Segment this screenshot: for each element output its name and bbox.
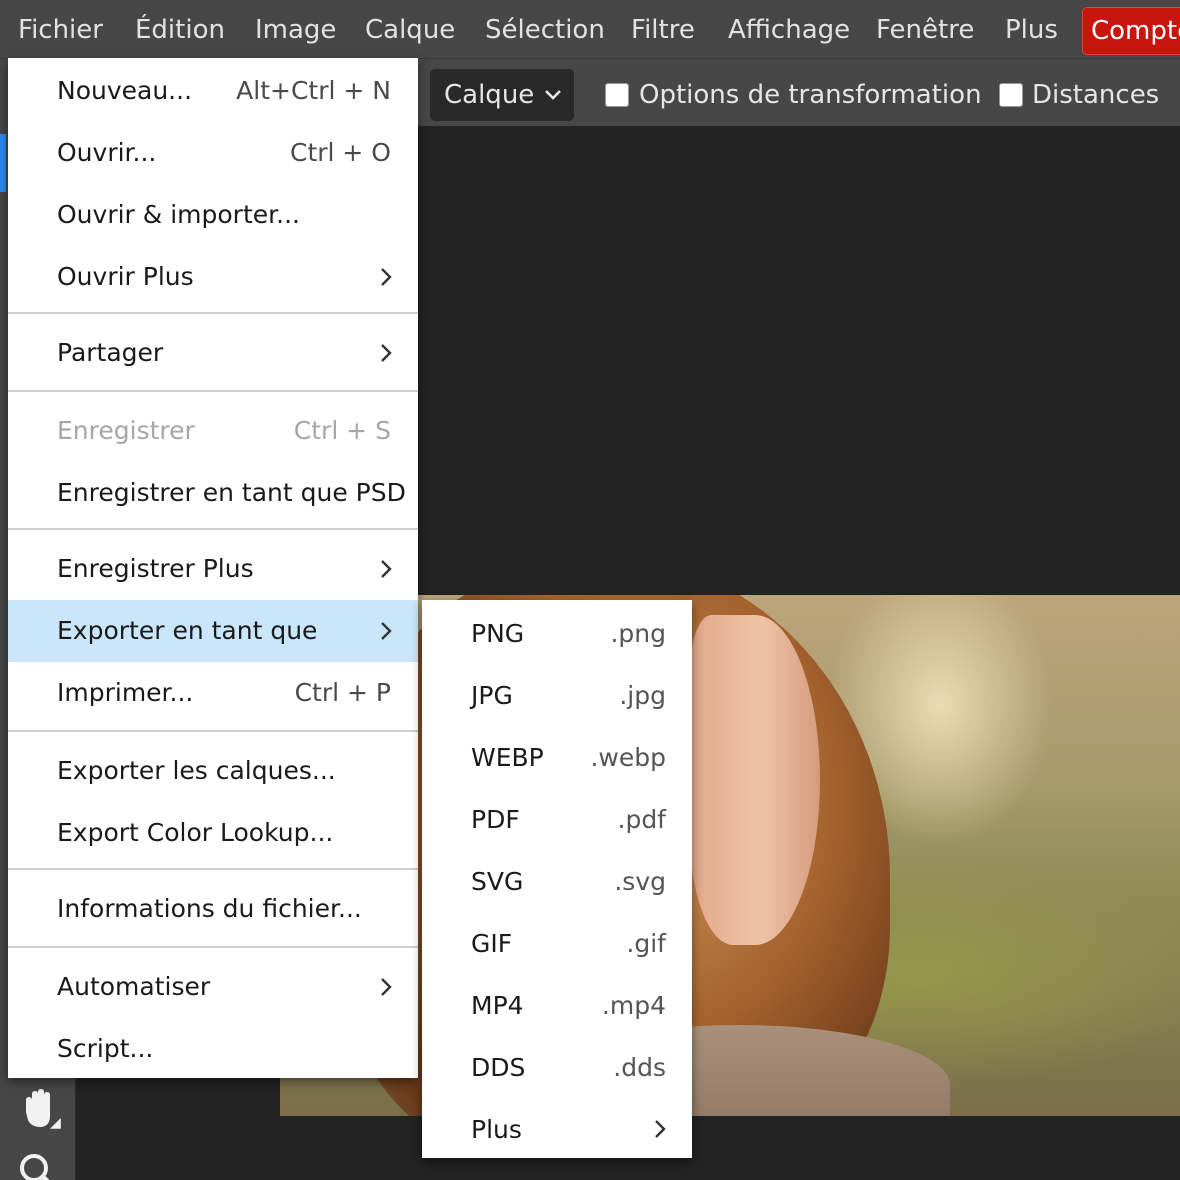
menu-item-label: Automatiser bbox=[57, 972, 211, 1001]
menu-separator bbox=[8, 868, 418, 870]
export-format-ext: .mp4 bbox=[601, 991, 666, 1020]
transform-options-checkbox[interactable] bbox=[605, 83, 629, 107]
chevron-right-icon bbox=[381, 978, 392, 996]
menu-item-automatiser[interactable]: Automatiser bbox=[8, 956, 418, 1018]
menu-item-label: Enregistrer bbox=[57, 416, 195, 445]
chevron-right-icon bbox=[655, 1120, 666, 1138]
menu-item-label: Ouvrir Plus bbox=[57, 262, 194, 291]
export-png[interactable]: PNG .png bbox=[422, 602, 692, 664]
menu-item-label: Exporter les calques... bbox=[57, 756, 336, 785]
export-jpg[interactable]: JPG .jpg bbox=[422, 664, 692, 726]
export-format-ext: .webp bbox=[590, 743, 666, 772]
menu-separator bbox=[8, 730, 418, 732]
menu-item-label: Ouvrir & importer... bbox=[57, 200, 300, 229]
export-gif[interactable]: GIF .gif bbox=[422, 912, 692, 974]
magnifier-icon[interactable] bbox=[16, 1150, 60, 1180]
menu-item-enregistrer: Enregistrer Ctrl + S bbox=[8, 400, 418, 462]
export-format-name: Plus bbox=[471, 1115, 522, 1144]
menu-item-ouvrir-importer[interactable]: Ouvrir & importer... bbox=[8, 184, 418, 246]
menu-fichier[interactable]: Fichier bbox=[18, 0, 103, 58]
menu-item-shortcut: Ctrl + P bbox=[294, 678, 391, 707]
export-format-name: JPG bbox=[471, 681, 513, 710]
chevron-down-icon bbox=[545, 90, 561, 100]
export-svg[interactable]: SVG .svg bbox=[422, 850, 692, 912]
menu-item-ouvrir-plus[interactable]: Ouvrir Plus bbox=[8, 246, 418, 308]
export-dds[interactable]: DDS .dds bbox=[422, 1036, 692, 1098]
chevron-right-icon bbox=[381, 268, 392, 286]
menu-separator bbox=[8, 312, 418, 314]
transform-options-label: Options de transformation bbox=[639, 80, 982, 110]
export-format-name: SVG bbox=[471, 867, 524, 896]
layer-select-value: Calque bbox=[444, 80, 535, 110]
menu-item-shortcut: Ctrl + S bbox=[293, 416, 391, 445]
export-format-ext: .jpg bbox=[619, 681, 666, 710]
active-tool-indicator bbox=[0, 134, 6, 192]
menu-item-label: Ouvrir... bbox=[57, 138, 157, 167]
export-format-ext: .gif bbox=[626, 929, 666, 958]
menu-item-export-color-lookup[interactable]: Export Color Lookup... bbox=[8, 802, 418, 864]
account-button[interactable]: Compte bbox=[1082, 7, 1180, 55]
menu-item-ouvrir[interactable]: Ouvrir... Ctrl + O bbox=[8, 122, 418, 184]
menu-item-label: Enregistrer Plus bbox=[57, 554, 254, 583]
menu-fenetre[interactable]: Fenêtre bbox=[876, 0, 974, 58]
menu-item-exporter-calques[interactable]: Exporter les calques... bbox=[8, 740, 418, 802]
menu-filtre[interactable]: Filtre bbox=[631, 0, 695, 58]
menu-edition[interactable]: Édition bbox=[135, 0, 225, 58]
menu-item-label: Partager bbox=[57, 338, 164, 367]
menu-item-nouveau[interactable]: Nouveau... Alt+Ctrl + N bbox=[8, 60, 418, 122]
menubar: Fichier Édition Image Calque Sélection F… bbox=[0, 0, 1180, 58]
export-format-name: MP4 bbox=[471, 991, 524, 1020]
export-format-name: DDS bbox=[471, 1053, 526, 1082]
export-format-name: WEBP bbox=[471, 743, 544, 772]
menu-item-label: Export Color Lookup... bbox=[57, 818, 334, 847]
menu-item-label: Informations du fichier... bbox=[57, 894, 362, 923]
export-mp4[interactable]: MP4 .mp4 bbox=[422, 974, 692, 1036]
layer-select-dropdown[interactable]: Calque bbox=[430, 69, 574, 121]
menu-selection[interactable]: Sélection bbox=[485, 0, 605, 58]
export-pdf[interactable]: PDF .pdf bbox=[422, 788, 692, 850]
menu-item-script[interactable]: Script... bbox=[8, 1018, 418, 1080]
export-format-ext: .dds bbox=[613, 1053, 666, 1082]
menu-item-label: Nouveau... bbox=[57, 76, 193, 105]
export-webp[interactable]: WEBP .webp bbox=[422, 726, 692, 788]
photopea-app: Fichier Édition Image Calque Sélection F… bbox=[0, 0, 1180, 1180]
menu-item-imprimer[interactable]: Imprimer... Ctrl + P bbox=[8, 662, 418, 724]
export-submenu: PNG .png JPG .jpg WEBP .webp PDF .pdf SV… bbox=[422, 600, 692, 1158]
menu-item-label: Imprimer... bbox=[57, 678, 194, 707]
hand-icon[interactable] bbox=[16, 1086, 68, 1138]
menu-image[interactable]: Image bbox=[255, 0, 336, 58]
menu-item-label: Exporter en tant que bbox=[57, 616, 318, 645]
menu-item-shortcut: Alt+Ctrl + N bbox=[236, 76, 391, 105]
export-format-ext: .svg bbox=[614, 867, 666, 896]
menu-item-shortcut: Ctrl + O bbox=[289, 138, 391, 167]
menu-affichage[interactable]: Affichage bbox=[728, 0, 850, 58]
photo-face bbox=[690, 615, 820, 945]
menu-calque[interactable]: Calque bbox=[365, 0, 455, 58]
menu-item-partager[interactable]: Partager bbox=[8, 322, 418, 384]
export-format-ext: .pdf bbox=[617, 805, 667, 834]
menu-item-exporter-en-tant-que[interactable]: Exporter en tant que bbox=[8, 600, 418, 662]
menu-plus[interactable]: Plus bbox=[1005, 0, 1058, 58]
export-format-name: PDF bbox=[471, 805, 520, 834]
file-menu: Nouveau... Alt+Ctrl + N Ouvrir... Ctrl +… bbox=[8, 58, 418, 1078]
menu-separator bbox=[8, 528, 418, 530]
chevron-right-icon bbox=[381, 560, 392, 578]
chevron-right-icon bbox=[381, 344, 392, 362]
menu-item-label: Enregistrer en tant que PSD bbox=[57, 478, 406, 507]
menu-separator bbox=[8, 390, 418, 392]
menu-item-label: Script... bbox=[57, 1034, 154, 1063]
menu-item-enregistrer-plus[interactable]: Enregistrer Plus bbox=[8, 538, 418, 600]
export-format-name: PNG bbox=[471, 619, 525, 648]
export-plus[interactable]: Plus bbox=[422, 1098, 692, 1160]
export-format-name: GIF bbox=[471, 929, 513, 958]
chevron-right-icon bbox=[381, 622, 392, 640]
distances-checkbox[interactable] bbox=[999, 83, 1023, 107]
export-format-ext: .png bbox=[610, 619, 666, 648]
menu-separator bbox=[8, 946, 418, 948]
menu-item-enregistrer-psd[interactable]: Enregistrer en tant que PSD bbox=[8, 462, 418, 524]
menu-item-informations-fichier[interactable]: Informations du fichier... bbox=[8, 878, 418, 940]
distances-label: Distances bbox=[1032, 80, 1160, 110]
